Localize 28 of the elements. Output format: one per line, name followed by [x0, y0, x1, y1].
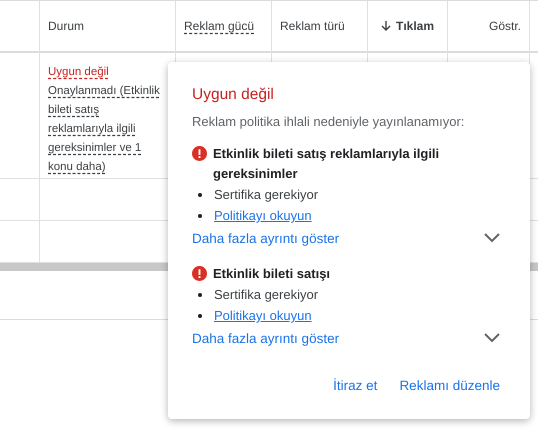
requirement-text: Sertifika gerekiyor — [214, 287, 318, 302]
popup-subtitle: Reklam politika ihlali nedeniyle yayınlanamıyor: — [192, 113, 466, 131]
issue-title: Etkinlik bileti satış reklamlarıyla ilgili gereksinimler — [213, 145, 440, 183]
bullet-icon — [198, 314, 202, 318]
requirement-text: Sertifika gerekiyor — [214, 187, 318, 202]
bullet-icon — [198, 192, 202, 196]
policy-link[interactable]: Politikayı okuyun — [214, 308, 312, 323]
popup-title: Uygun değil — [192, 85, 275, 105]
show-more-link[interactable]: Daha fazla ayrıntı göster — [192, 330, 340, 346]
column-header[interactable]: Reklam gücü — [184, 19, 254, 33]
action-button[interactable]: Reklamı düzenle — [393, 370, 506, 401]
chevron-icon[interactable] — [484, 333, 500, 343]
error-icon — [192, 146, 207, 161]
column-header[interactable]: Tıklam — [396, 19, 434, 33]
error-icon — [192, 266, 207, 281]
chevron-icon[interactable] — [484, 233, 500, 243]
bullet-icon — [198, 292, 202, 296]
column-header[interactable]: Göstr. — [488, 19, 521, 33]
show-more-link[interactable]: Daha fazla ayrıntı göster — [192, 230, 340, 246]
status-text[interactable]: Uygun değil — [48, 63, 109, 82]
sort-down-icon — [380, 20, 392, 32]
issue-title: Etkinlik bileti satışı — [213, 265, 330, 283]
status-detail[interactable]: Onaylanmadı (Etkinlik bileti satış reklamlarıyla ilgili gereksinimler ve 1 konu daha) — [48, 82, 160, 177]
column-header[interactable]: Durum — [48, 19, 84, 33]
policy-link[interactable]: Politikayı okuyun — [214, 208, 312, 223]
action-button[interactable]: İtiraz et — [327, 370, 384, 401]
column-header[interactable]: Reklam türü — [280, 19, 345, 33]
bullet-icon — [198, 214, 202, 218]
